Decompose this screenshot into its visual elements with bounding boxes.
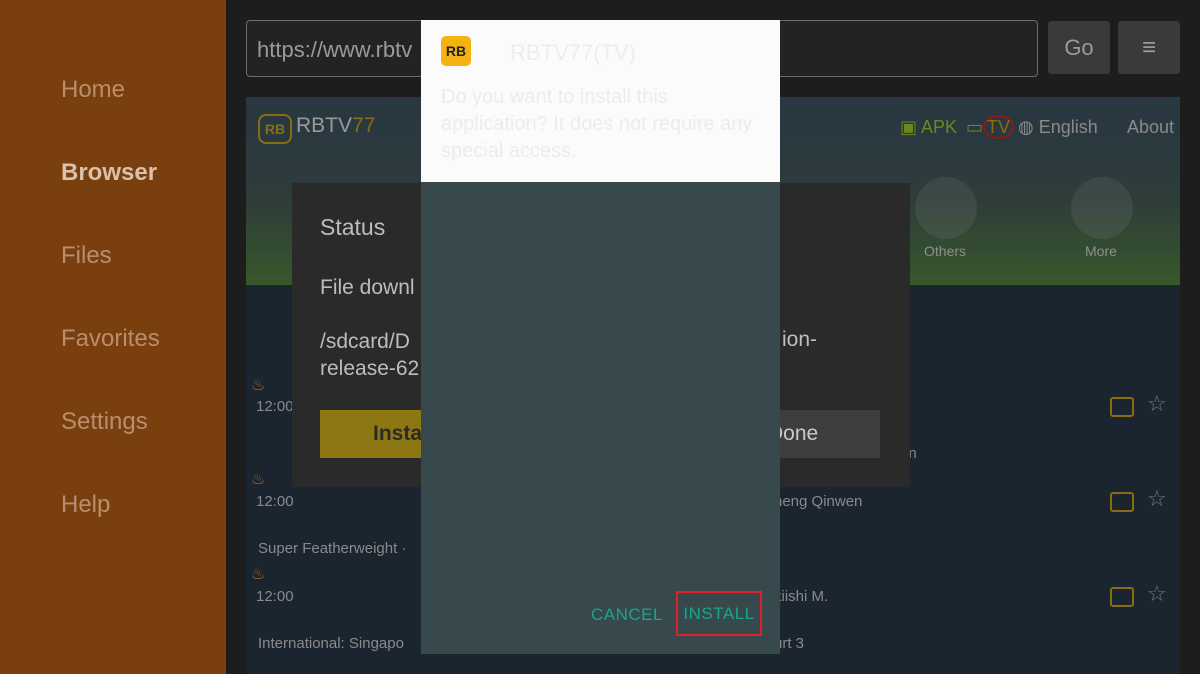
match-teams: kiishi M. xyxy=(774,588,829,605)
fire-icon: ♨ xyxy=(251,377,266,394)
sidebar-item-files[interactable]: Files xyxy=(61,242,112,270)
nav-apk-label: APK xyxy=(921,117,958,137)
sidebar-item-favorites[interactable]: Favorites xyxy=(61,325,160,353)
league-text: Super Featherweight · xyxy=(258,540,407,557)
status-title: Status xyxy=(320,214,386,240)
status-path-suffix: ion- xyxy=(782,328,818,351)
status-file-path: /sdcard/D release-62 xyxy=(320,328,419,382)
tv-icon: ▭ xyxy=(966,117,984,137)
cancel-button[interactable]: CANCEL xyxy=(591,605,663,625)
install-dialog: RB RBTV77(TV) Do you want to install thi… xyxy=(421,20,780,654)
star-icon[interactable]: ☆ xyxy=(1147,581,1167,607)
star-icon[interactable]: ☆ xyxy=(1147,391,1167,417)
nav-english-label: English xyxy=(1038,117,1098,137)
install-question: Do you want to install this application?… xyxy=(441,86,753,162)
sidebar-item-help[interactable]: Help xyxy=(61,491,110,519)
install-button[interactable]: INSTALL xyxy=(676,591,762,636)
star-icon[interactable]: ☆ xyxy=(1147,486,1167,512)
league-text: International: Singapo xyxy=(258,635,404,652)
sidebar: Home Browser Files Favorites Settings He… xyxy=(0,0,226,674)
site-brand-num: 77 xyxy=(352,114,376,137)
site-brand-main: RBTV xyxy=(296,114,353,137)
sidebar-item-browser[interactable]: Browser xyxy=(61,159,157,187)
match-time: 12:00 xyxy=(256,398,294,415)
hamburger-icon: ≡ xyxy=(1141,34,1156,61)
nav-english[interactable]: ◍ English xyxy=(1018,117,1098,138)
nav-tv-label: TV xyxy=(983,115,1015,139)
status-message: File downl xyxy=(320,276,415,299)
status-path-line2: release-62 xyxy=(320,357,420,380)
install-dialog-header: RB RBTV77(TV) Do you want to install thi… xyxy=(421,20,780,182)
android-icon: ▣ xyxy=(900,117,918,137)
menu-button[interactable]: ≡ xyxy=(1118,21,1180,74)
nav-tv[interactable]: ▭ TV xyxy=(966,115,1015,139)
site-logo: RB xyxy=(258,114,292,144)
match-teams: heng Qinwen xyxy=(774,493,863,510)
go-button[interactable]: Go xyxy=(1048,21,1110,74)
site-brand: RBTV77 xyxy=(296,114,375,138)
sidebar-item-home[interactable]: Home xyxy=(61,76,125,104)
nav-apk[interactable]: ▣ APK xyxy=(900,117,957,138)
live-tv-icon[interactable] xyxy=(1110,492,1134,512)
match-time: 12:00 xyxy=(256,588,294,605)
fire-icon: ♨ xyxy=(251,471,266,488)
category-more[interactable]: More xyxy=(1085,243,1117,259)
app-name: RBTV77(TV) xyxy=(510,40,636,65)
category-others[interactable]: Others xyxy=(924,243,966,259)
status-path-line1: /sdcard/D xyxy=(320,330,410,353)
chevron-down-icon[interactable] xyxy=(1071,177,1133,239)
globe-icon: ◍ xyxy=(1018,117,1034,137)
url-text: https://www.rbtv xyxy=(257,37,413,62)
live-tv-icon[interactable] xyxy=(1110,397,1134,417)
match-time: 12:00 xyxy=(256,493,294,510)
live-tv-icon[interactable] xyxy=(1110,587,1134,607)
sidebar-item-settings[interactable]: Settings xyxy=(61,408,148,436)
fire-icon: ♨ xyxy=(251,566,266,583)
nav-about[interactable]: About xyxy=(1127,117,1174,138)
layers-icon[interactable] xyxy=(915,177,977,239)
app-icon: RB xyxy=(441,36,471,66)
